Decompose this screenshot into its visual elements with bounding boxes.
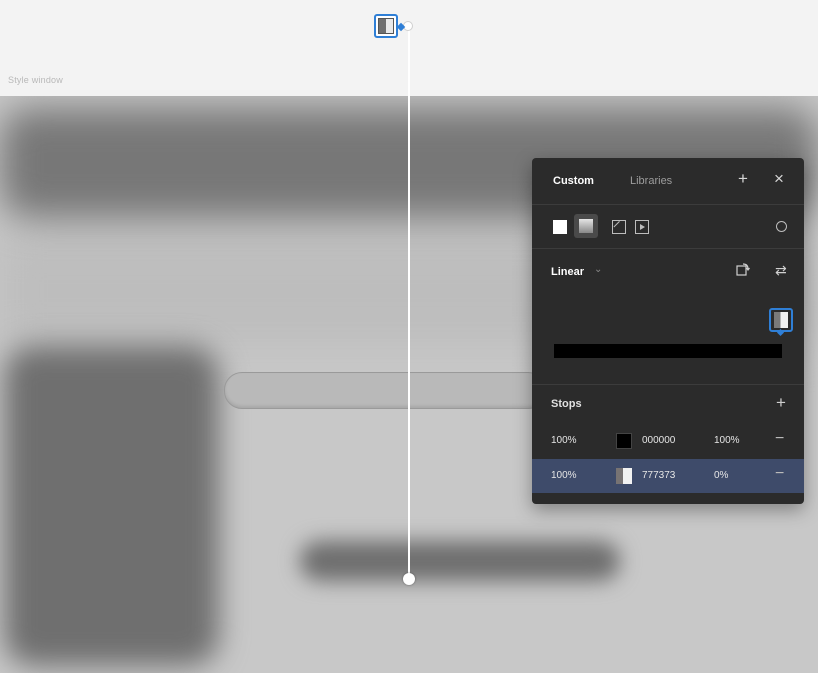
gradient-stop-handle-top[interactable]: [374, 14, 398, 38]
gradient-guide-end-point[interactable]: [403, 573, 415, 585]
style-panel: Custom Libraries + × Linear ⌄ ⇄ Stops + …: [532, 158, 804, 504]
remove-stop-icon[interactable]: −: [775, 430, 784, 448]
window-label: Style window: [8, 75, 63, 85]
stop-hex-input[interactable]: 777373: [642, 470, 675, 481]
slider-track-shape: [224, 372, 546, 409]
stop-position-input[interactable]: 100%: [551, 435, 577, 446]
close-icon[interactable]: ×: [774, 170, 784, 187]
gradient-stop-handle[interactable]: [769, 308, 793, 332]
divider: [532, 204, 804, 205]
circle-icon[interactable]: [776, 221, 787, 232]
stop-row[interactable]: 100% 000000 100% −: [532, 424, 804, 458]
image-fill-icon[interactable]: [612, 220, 626, 234]
fill-type-row: [532, 206, 804, 248]
gradient-fill-icon: [579, 219, 593, 233]
stop-hex-input[interactable]: 000000: [642, 435, 675, 446]
stop-row-selected[interactable]: 100% 777373 0% −: [532, 459, 804, 493]
blurred-shape: [4, 346, 219, 666]
gradient-type-select[interactable]: Linear: [551, 266, 584, 278]
stop-color-swatch[interactable]: [616, 433, 632, 449]
chevron-down-icon[interactable]: ⌄: [594, 264, 602, 275]
stop-opacity-input[interactable]: 100%: [714, 435, 740, 446]
divider: [532, 248, 804, 249]
gradient-bar-area: [532, 298, 804, 378]
divider: [532, 384, 804, 385]
solid-fill-icon[interactable]: [553, 220, 567, 234]
gradient-fill-button[interactable]: [574, 214, 598, 238]
gradient-stop-swatch: [378, 18, 394, 34]
blurred-shape: [300, 541, 620, 581]
stops-header: Stops +: [532, 386, 804, 422]
video-fill-icon[interactable]: [635, 220, 649, 234]
gradient-type-row: Linear ⌄ ⇄: [532, 250, 804, 290]
add-stop-icon[interactable]: +: [776, 393, 786, 413]
swap-stops-icon[interactable]: ⇄: [775, 262, 787, 279]
gradient-guide-line[interactable]: [408, 26, 410, 578]
tab-libraries[interactable]: Libraries: [630, 175, 672, 187]
panel-header: Custom Libraries + ×: [532, 158, 804, 204]
stop-opacity-input[interactable]: 0%: [714, 470, 728, 481]
plus-icon[interactable]: +: [738, 170, 748, 187]
tab-custom[interactable]: Custom: [553, 175, 594, 187]
stops-label: Stops: [551, 398, 582, 410]
gradient-preview-bar[interactable]: [554, 344, 782, 358]
stop-position-input[interactable]: 100%: [551, 470, 577, 481]
gradient-stop-swatch: [774, 312, 788, 328]
rotate-gradient-icon[interactable]: [736, 262, 750, 276]
stop-color-swatch[interactable]: [616, 468, 632, 484]
remove-stop-icon[interactable]: −: [775, 465, 784, 483]
